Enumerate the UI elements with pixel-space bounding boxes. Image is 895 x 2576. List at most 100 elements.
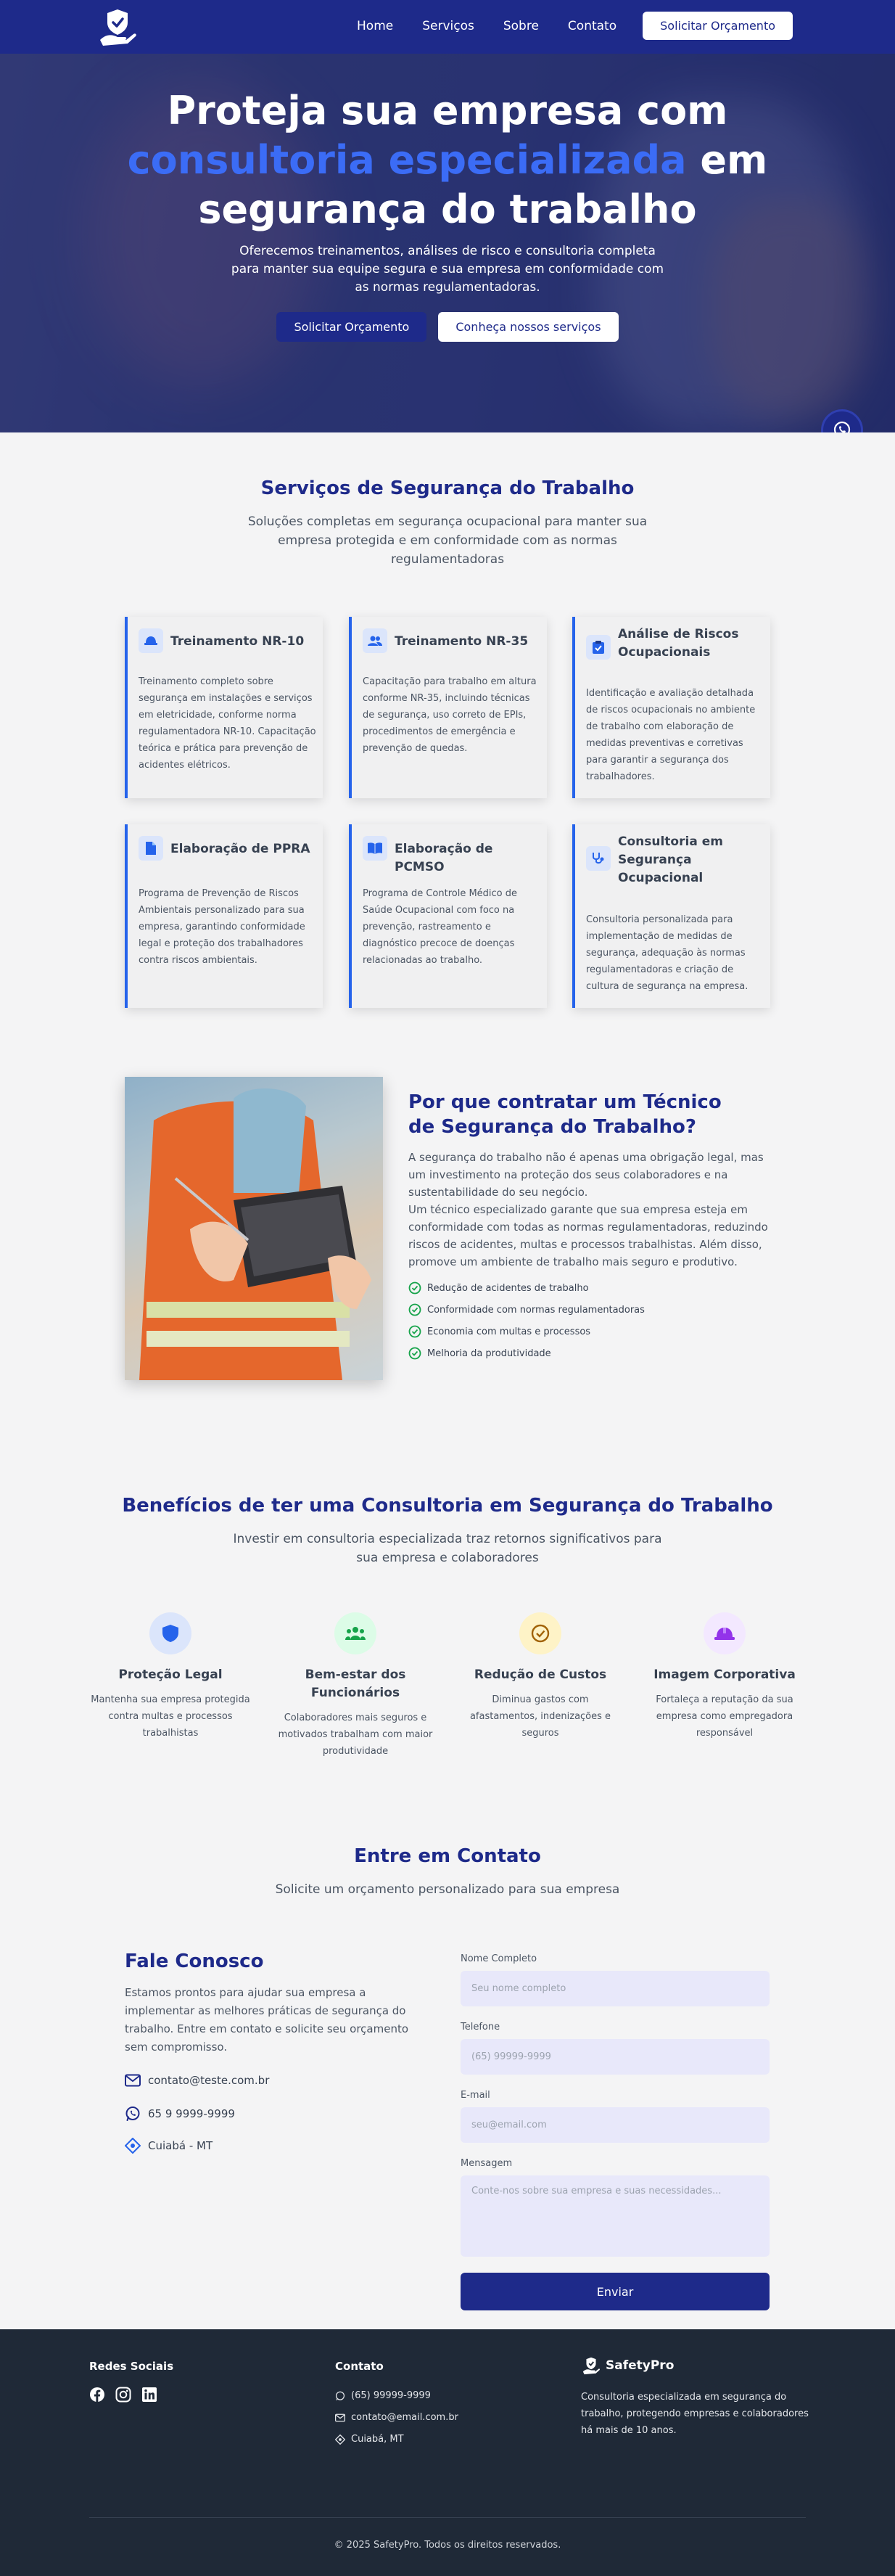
footer-email[interactable]: contato@email.com.br bbox=[335, 2412, 458, 2423]
contact-phone-text: 65 9 9999-9999 bbox=[148, 2107, 235, 2120]
service-card[interactable]: Treinamento NR-35 Capacitação para traba… bbox=[349, 617, 547, 798]
check-circle-icon bbox=[408, 1325, 421, 1338]
check-circle-icon bbox=[408, 1281, 421, 1295]
instagram-icon[interactable] bbox=[115, 2387, 131, 2403]
hero-quote-button[interactable]: Solicitar Orçamento bbox=[276, 312, 427, 342]
nav-quote-button[interactable]: Solicitar Orçamento bbox=[643, 12, 793, 40]
people-icon bbox=[334, 1612, 376, 1654]
linkedin-icon[interactable] bbox=[141, 2387, 157, 2403]
service-card[interactable]: Consultoria em Segurança Ocupacional Con… bbox=[572, 824, 770, 1008]
why-paragraph: A segurança do trabalho não é apenas uma… bbox=[408, 1151, 764, 1199]
envelope-icon bbox=[335, 2413, 345, 2421]
hero-services-button[interactable]: Conheça nossos serviços bbox=[438, 312, 619, 342]
benefit-title: Redução de Custos bbox=[474, 1668, 607, 1682]
message-field[interactable] bbox=[461, 2175, 770, 2257]
name-field[interactable] bbox=[461, 1971, 770, 2006]
service-card-text: Programa de Controle Médico de Saúde Ocu… bbox=[363, 888, 518, 966]
contact-section-title: Entre em Contato bbox=[354, 1845, 541, 1867]
service-card[interactable]: Treinamento NR-10 Treinamento completo s… bbox=[125, 617, 323, 798]
phone-field[interactable] bbox=[461, 2039, 770, 2075]
service-card-title: Análise de Riscos Ocupacionais bbox=[618, 627, 739, 660]
why-checklist: Redução de acidentes de trabalho Conform… bbox=[408, 1277, 645, 1364]
service-card-title: Treinamento NR-35 bbox=[395, 634, 529, 649]
why-paragraphs: A segurança do trabalho não é apenas uma… bbox=[408, 1149, 771, 1271]
contact-email[interactable]: contato@teste.com.br bbox=[125, 2074, 269, 2087]
footer-copyright: © 2025 SafetyPro. Todos os direitos rese… bbox=[334, 2540, 561, 2551]
service-card-title: Elaboração de PCMSO bbox=[395, 842, 493, 874]
check-circle-icon bbox=[519, 1612, 561, 1654]
checklist-text: Redução de acidentes de trabalho bbox=[427, 1282, 589, 1294]
checklist-text: Conformidade com normas regulamentadoras bbox=[427, 1304, 645, 1316]
service-card-title: Elaboração de PPRA bbox=[170, 842, 310, 856]
submit-button[interactable]: Enviar bbox=[461, 2273, 770, 2310]
checklist-item: Conformidade com normas regulamentadoras bbox=[408, 1299, 645, 1321]
service-card-title: Consultoria em Segurança Ocupacional bbox=[618, 834, 723, 885]
footer-phone-text: (65) 99999-9999 bbox=[351, 2390, 431, 2401]
footer: Redes Sociais Contato (65) 99999-9999 co… bbox=[0, 2329, 895, 2576]
facebook-icon[interactable] bbox=[89, 2387, 105, 2403]
benefits-subtitle: Investir em consultoria especializada tr… bbox=[233, 1532, 662, 1565]
services-subtitle: Soluções completas em segurança ocupacio… bbox=[247, 514, 648, 567]
benefit-title: Imagem Corporativa bbox=[653, 1668, 796, 1682]
book-icon bbox=[363, 836, 387, 861]
email-label: E-mail bbox=[461, 2090, 490, 2101]
checklist-item: Redução de acidentes de trabalho bbox=[408, 1277, 645, 1299]
contact-location: Cuiabá - MT bbox=[125, 2138, 213, 2154]
contact-phone[interactable]: 65 9 9999-9999 bbox=[125, 2106, 235, 2122]
location-diamond-icon bbox=[335, 2434, 345, 2445]
why-title: Por que contratar um Técnico de Seguranç… bbox=[408, 1091, 722, 1138]
services-title: Serviços de Segurança do Trabalho bbox=[260, 477, 635, 499]
checklist-item: Economia com multas e processos bbox=[408, 1321, 645, 1342]
service-card[interactable]: Análise de Riscos Ocupacionais Identific… bbox=[572, 617, 770, 798]
footer-contact-title: Contato bbox=[335, 2360, 384, 2373]
worker-clipboard-photo bbox=[125, 1077, 383, 1380]
hand-shield-check-icon bbox=[582, 2357, 601, 2375]
nav-links: Home Serviços Sobre Contato Solicitar Or… bbox=[328, 12, 793, 40]
service-card-text: Treinamento completo sobre segurança em … bbox=[139, 676, 316, 771]
checklist-text: Economia com multas e processos bbox=[427, 1326, 591, 1337]
contact-text: Estamos prontos para ajudar sua empresa … bbox=[125, 1986, 409, 2054]
benefit-text: Diminua gastos com afastamentos, indeniz… bbox=[469, 1694, 611, 1739]
hero-title: Proteja sua empresa com consultoria espe… bbox=[102, 86, 793, 234]
hero-buttons: Solicitar Orçamento Conheça nossos servi… bbox=[0, 312, 895, 342]
footer-social-title: Redes Sociais bbox=[89, 2360, 174, 2373]
nav-link-about[interactable]: Sobre bbox=[503, 19, 539, 33]
footer-phone[interactable]: (65) 99999-9999 bbox=[335, 2390, 431, 2401]
footer-divider bbox=[89, 2517, 806, 2518]
service-card-text: Capacitação para trabalho em altura conf… bbox=[363, 676, 537, 754]
hero-subtitle: Oferecemos treinamentos, análises de ris… bbox=[231, 244, 664, 295]
location-diamond-icon bbox=[125, 2138, 141, 2154]
why-paragraph: Um técnico especializado garante que sua… bbox=[408, 1203, 768, 1268]
hard-hat-icon bbox=[139, 628, 163, 653]
hero-section: Proteja sua empresa com consultoria espe… bbox=[0, 54, 895, 432]
message-label: Mensagem bbox=[461, 2158, 513, 2169]
service-card-text: Programa de Prevenção de Riscos Ambienta… bbox=[139, 888, 305, 966]
hero-title-accent: consultoria especializada bbox=[127, 137, 687, 183]
checklist-text: Melhoria da produtividade bbox=[427, 1348, 551, 1359]
footer-location-text: Cuiabá, MT bbox=[351, 2434, 404, 2445]
service-card-title: Treinamento NR-10 bbox=[170, 634, 305, 649]
benefit-card: Imagem Corporativa Fortaleça a reputação… bbox=[645, 1612, 804, 1742]
whatsapp-icon bbox=[125, 2107, 140, 2121]
shield-icon bbox=[149, 1612, 191, 1654]
hand-shield-check-icon[interactable] bbox=[96, 5, 139, 49]
service-card[interactable]: Elaboração de PPRA Programa de Prevenção… bbox=[125, 824, 323, 1008]
contact-section-subtitle: Solicite um orçamento personalizado para… bbox=[275, 1882, 620, 1897]
nav-link-contact[interactable]: Contato bbox=[568, 19, 616, 33]
footer-email-text: contato@email.com.br bbox=[351, 2412, 458, 2423]
contact-heading: Fale Conosco bbox=[125, 1951, 264, 1972]
footer-brand-text: Consultoria especializada em segurança d… bbox=[581, 2392, 809, 2436]
service-card[interactable]: Elaboração de PCMSO Programa de Controle… bbox=[349, 824, 547, 1008]
email-field[interactable] bbox=[461, 2107, 770, 2143]
nav-link-services[interactable]: Serviços bbox=[422, 19, 474, 33]
hero-title-part1: Proteja sua empresa com bbox=[167, 88, 728, 134]
footer-location: Cuiabá, MT bbox=[335, 2434, 404, 2445]
contact-location-text: Cuiabá - MT bbox=[148, 2139, 213, 2152]
nav-link-home[interactable]: Home bbox=[357, 19, 393, 33]
benefit-title: Proteção Legal bbox=[118, 1668, 223, 1682]
stethoscope-icon bbox=[586, 846, 611, 871]
checklist-item: Melhoria da produtividade bbox=[408, 1342, 645, 1364]
name-label: Nome Completo bbox=[461, 1953, 537, 1964]
contact-email-text: contato@teste.com.br bbox=[148, 2074, 270, 2087]
check-circle-icon bbox=[408, 1347, 421, 1360]
